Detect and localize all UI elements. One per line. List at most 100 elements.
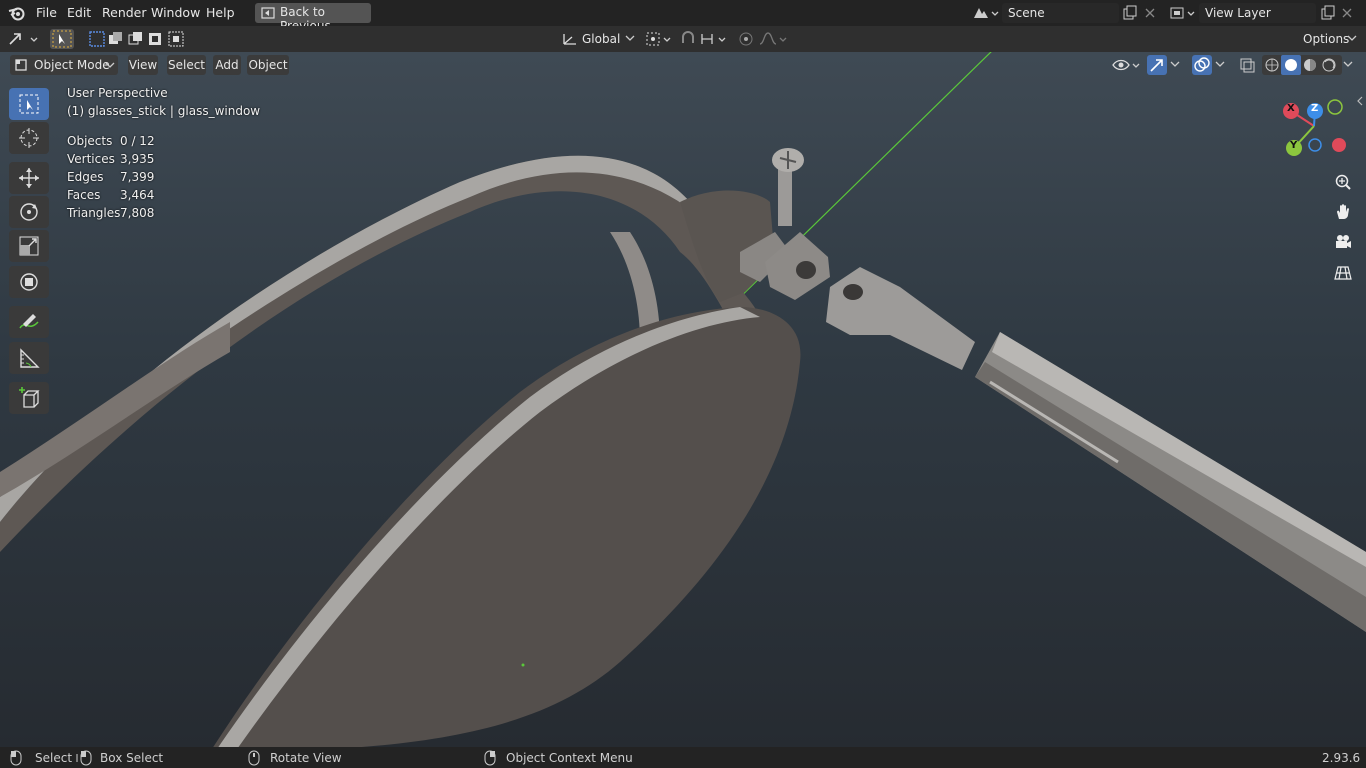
glass-lens bbox=[213, 307, 801, 747]
mouse-left-icon bbox=[10, 750, 22, 766]
3d-viewport[interactable]: Object Mode View Select Add Object User … bbox=[0, 52, 1366, 747]
zoom-view-button[interactable] bbox=[1330, 169, 1356, 195]
selection-mode-group bbox=[89, 31, 185, 47]
orientation-axes-icon bbox=[562, 32, 578, 46]
camera-icon bbox=[1336, 235, 1351, 248]
snap-toggle-icon[interactable] bbox=[680, 31, 698, 47]
back-to-previous-button[interactable]: Back to Previous bbox=[255, 3, 371, 33]
cursor-select-icon bbox=[52, 30, 72, 48]
select-tool-button[interactable] bbox=[50, 29, 74, 49]
zoom-icon bbox=[1335, 174, 1351, 190]
measure-tool[interactable] bbox=[9, 342, 49, 374]
mouse-middle-icon bbox=[248, 750, 260, 766]
rotate-tool[interactable] bbox=[9, 196, 49, 228]
new-scene-icon[interactable] bbox=[1122, 5, 1138, 21]
view-menu[interactable]: View bbox=[128, 55, 158, 75]
chevron-down-icon bbox=[105, 60, 115, 70]
chevron-down-icon[interactable] bbox=[1342, 59, 1354, 69]
viewport-scene bbox=[0, 52, 1366, 747]
menu-file[interactable]: File bbox=[33, 4, 60, 22]
scale-tool[interactable] bbox=[9, 230, 49, 262]
proportional-editing-icon[interactable] bbox=[737, 31, 755, 47]
menu-edit[interactable]: Edit bbox=[64, 4, 94, 22]
camera-view-button[interactable] bbox=[1330, 229, 1356, 255]
transform-icon bbox=[20, 273, 38, 291]
cursor-tool[interactable] bbox=[9, 122, 49, 154]
stat-value: 7,808 bbox=[120, 206, 155, 220]
rotate-icon bbox=[20, 203, 38, 221]
stat-row: Objects 0 / 12 bbox=[67, 132, 155, 150]
stat-label: Objects bbox=[67, 134, 113, 148]
transform-orientation-dropdown[interactable]: Global bbox=[558, 29, 638, 49]
options-dropdown[interactable]: Options bbox=[1298, 29, 1361, 49]
annotate-tool[interactable] bbox=[9, 306, 49, 338]
projection-toggle-button[interactable] bbox=[1330, 260, 1356, 286]
stat-label: Vertices bbox=[67, 152, 115, 166]
add-cube-icon bbox=[19, 387, 40, 408]
grid-projection-icon bbox=[1334, 266, 1352, 280]
stat-row: Vertices 3,935 bbox=[67, 150, 155, 168]
mouse-right-icon bbox=[484, 750, 496, 766]
screw bbox=[778, 164, 792, 226]
status-context-menu: Object Context Menu bbox=[506, 751, 633, 765]
orientation-label: Global bbox=[582, 32, 621, 46]
status-box-select: Box Select bbox=[100, 751, 164, 765]
stat-row: Faces 3,464 bbox=[67, 186, 155, 204]
xray-toggle-icon[interactable] bbox=[1238, 56, 1256, 74]
chevron-down-icon[interactable] bbox=[1169, 59, 1181, 69]
stat-label: Faces bbox=[67, 188, 101, 202]
navigation-gizmo[interactable]: X Z Y bbox=[1278, 98, 1350, 158]
chevron-down-icon[interactable] bbox=[1214, 59, 1226, 69]
sidebar-toggle-icon[interactable] bbox=[1356, 96, 1364, 106]
delete-view-layer-icon[interactable] bbox=[1340, 5, 1354, 21]
scene-name-field[interactable]: Scene bbox=[1002, 3, 1119, 23]
tool-settings-bar: Global Options bbox=[0, 26, 1366, 52]
menu-render[interactable]: Render bbox=[99, 4, 150, 22]
hand-icon bbox=[1337, 204, 1349, 219]
move-tool[interactable] bbox=[9, 162, 49, 194]
chevron-down-icon bbox=[1347, 33, 1357, 43]
overlays-toggle-icon[interactable] bbox=[1192, 55, 1212, 75]
pan-view-button[interactable] bbox=[1330, 199, 1356, 225]
select-menu[interactable]: Select bbox=[167, 55, 206, 75]
active-object-label: (1) glasses_stick | glass_window bbox=[67, 104, 261, 118]
temple-hinge bbox=[826, 267, 975, 370]
object-menu[interactable]: Object bbox=[247, 55, 289, 75]
object-mode-dropdown[interactable]: Object Mode bbox=[10, 55, 118, 75]
stat-row: Edges 7,399 bbox=[67, 168, 155, 186]
view-layer-selector-icon[interactable] bbox=[1168, 5, 1196, 21]
3d-cursor-icon bbox=[19, 128, 39, 148]
scene-selector-icon[interactable] bbox=[971, 5, 999, 21]
add-menu[interactable]: Add bbox=[213, 55, 241, 75]
select-box-tool[interactable] bbox=[9, 88, 49, 120]
version-label: 2.93.6 bbox=[1322, 751, 1361, 765]
gizmo-toggle-icon[interactable] bbox=[1147, 55, 1167, 75]
gizmo-z-label: Z bbox=[1311, 103, 1319, 114]
screen-back-icon bbox=[261, 7, 275, 19]
options-label: Options bbox=[1303, 32, 1350, 46]
status-select: Select bbox=[35, 751, 73, 765]
annotate-icon bbox=[19, 314, 39, 329]
gizmo-y-label: Y bbox=[1290, 140, 1298, 151]
view-layer-field[interactable]: View Layer bbox=[1199, 3, 1316, 23]
transform-tool[interactable] bbox=[9, 266, 49, 298]
mouse-drag-icon bbox=[76, 750, 94, 766]
menu-help[interactable]: Help bbox=[203, 4, 238, 22]
add-cube-tool[interactable] bbox=[9, 382, 49, 414]
editor-type-icon[interactable] bbox=[8, 31, 40, 47]
stat-value: 3,935 bbox=[120, 152, 155, 166]
chevron-down-icon bbox=[625, 33, 635, 43]
delete-scene-icon[interactable] bbox=[1143, 5, 1157, 21]
stat-label: Triangles bbox=[67, 206, 121, 220]
menu-window[interactable]: Window bbox=[148, 4, 203, 22]
pivot-point-icon[interactable] bbox=[645, 31, 673, 47]
status-rotate-view: Rotate View bbox=[270, 751, 342, 765]
stat-value: 3,464 bbox=[120, 188, 155, 202]
move-icon bbox=[19, 168, 39, 188]
blender-logo-icon[interactable] bbox=[8, 5, 26, 21]
visibility-icon[interactable] bbox=[1111, 56, 1143, 74]
snap-target-icon[interactable] bbox=[700, 31, 730, 47]
falloff-icon[interactable] bbox=[758, 31, 788, 47]
new-view-layer-icon[interactable] bbox=[1320, 5, 1336, 21]
select-box-icon bbox=[19, 94, 39, 114]
